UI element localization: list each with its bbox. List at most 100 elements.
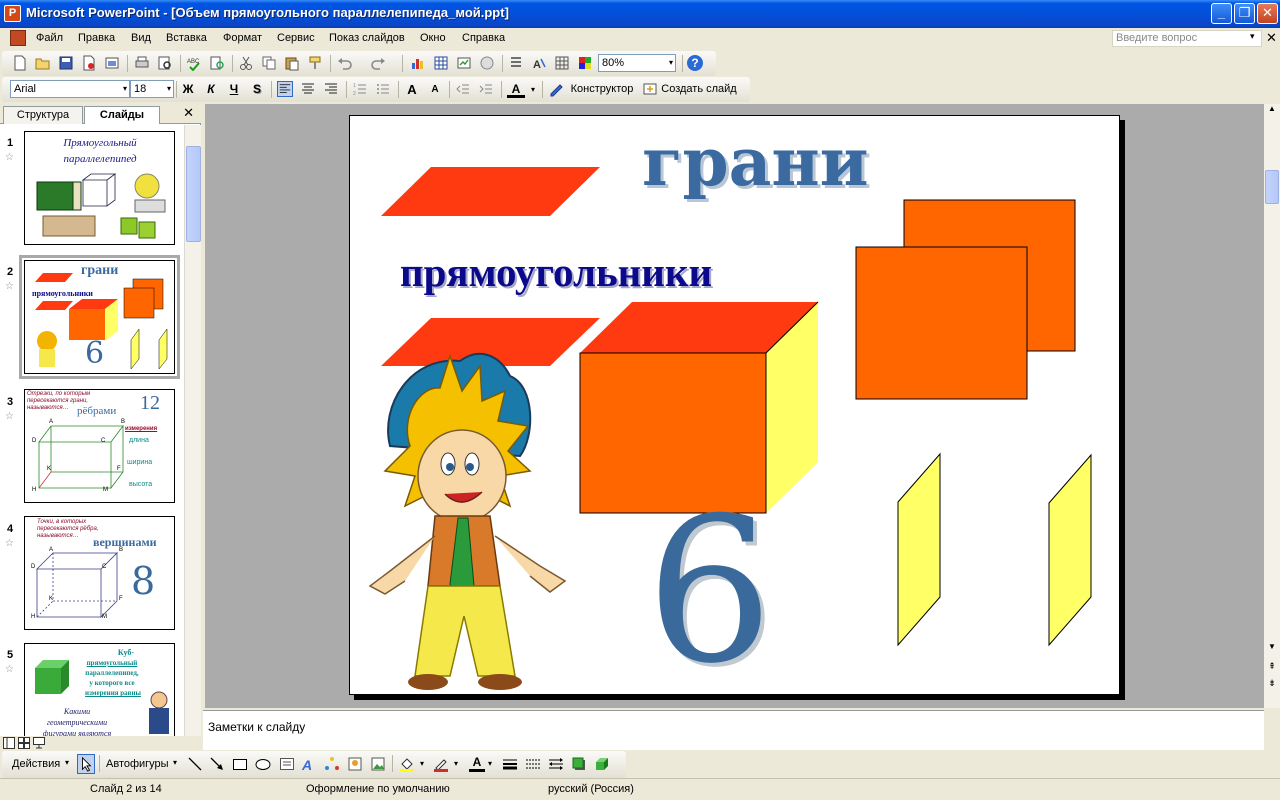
decrease-indent-icon[interactable] (455, 81, 471, 97)
square-face-front[interactable] (855, 246, 1028, 400)
slide-sorter-view-icon[interactable] (18, 737, 30, 749)
tab-slides[interactable]: Слайды (84, 106, 160, 124)
line-style-icon[interactable] (502, 756, 518, 772)
next-slide-icon[interactable]: ⇟ (1265, 678, 1279, 693)
slide-thumbnail-3[interactable]: Отрезки, по которым пересекаются грани, … (24, 389, 175, 503)
scroll-up-icon[interactable]: ▲ (1265, 104, 1279, 119)
grow-font-button[interactable]: A (403, 81, 421, 98)
oval-icon[interactable] (255, 756, 271, 772)
email-icon[interactable] (104, 55, 120, 71)
menu-insert[interactable]: Вставка (166, 32, 207, 44)
help-icon[interactable]: ? (687, 55, 703, 71)
picture-icon[interactable] (370, 756, 386, 772)
shadow-style-icon[interactable] (571, 756, 587, 772)
prev-slide-icon[interactable]: ⇞ (1265, 661, 1279, 676)
minimize-button[interactable]: _ (1211, 3, 1232, 24)
scroll-down-icon[interactable]: ▼ (1265, 642, 1279, 657)
line-color-icon[interactable] (433, 756, 449, 772)
new-icon[interactable] (12, 55, 28, 71)
pane-scrollbar[interactable] (184, 125, 201, 738)
font-name-select[interactable]: Arial ▾ (10, 80, 130, 98)
font-color-button[interactable]: A (507, 81, 525, 98)
show-formatting-icon[interactable]: A (531, 55, 547, 71)
increase-indent-icon[interactable] (478, 81, 494, 97)
menu-tools[interactable]: Сервис (277, 32, 315, 44)
dash-style-icon[interactable] (525, 756, 541, 772)
shrink-font-button[interactable]: A (426, 81, 444, 98)
slide-thumbnail-1[interactable]: Прямоугольный параллелепипед (24, 131, 175, 245)
menu-file[interactable]: Файл (36, 32, 63, 44)
vertical-scrollbar[interactable]: ▲ ▼ ⇞ ⇟ (1264, 104, 1280, 708)
fill-color-icon[interactable] (399, 756, 415, 772)
cartoon-boy-figure[interactable] (368, 352, 567, 690)
menu-window[interactable]: Окно (420, 32, 446, 44)
redo-icon[interactable] (370, 55, 386, 71)
tab-outline[interactable]: Структура (3, 106, 83, 124)
undo-icon[interactable] (337, 55, 353, 71)
parallelogram-face-top[interactable] (381, 167, 600, 216)
maximize-button[interactable]: ❐ (1234, 3, 1255, 24)
save-icon[interactable] (58, 55, 74, 71)
actions-button[interactable]: Действия (12, 758, 60, 770)
spelling-icon[interactable]: ABC (186, 55, 202, 71)
slide-thumbnail-2[interactable]: грани прямоугольники 6 (19, 255, 180, 379)
color-grayscale-icon[interactable] (577, 55, 593, 71)
close-button[interactable]: ✕ (1257, 3, 1278, 24)
pane-scroll-thumb[interactable] (186, 146, 201, 242)
slide-count[interactable]: 6 (646, 492, 773, 692)
copy-icon[interactable] (261, 55, 277, 71)
scroll-thumb[interactable] (1265, 170, 1279, 204)
notes-pane[interactable]: Заметки к слайду (203, 710, 1264, 750)
format-painter-icon[interactable] (307, 55, 323, 71)
underline-button[interactable]: Ч (225, 81, 243, 98)
drawing-font-color-button[interactable]: A (469, 755, 485, 772)
menu-slideshow[interactable]: Показ слайдов (329, 32, 405, 44)
new-slide-icon[interactable] (642, 81, 658, 97)
print-icon[interactable] (134, 55, 150, 71)
bullets-icon[interactable] (375, 81, 391, 97)
numbering-icon[interactable]: 12 (352, 81, 368, 97)
bold-button[interactable]: Ж (179, 81, 197, 98)
menu-edit[interactable]: Правка (78, 32, 115, 44)
expand-all-icon[interactable] (508, 55, 524, 71)
slide-thumbnail-5[interactable]: Куб- прямоугольный параллелепипед, у кот… (24, 643, 175, 738)
actions-arrow[interactable]: ▾ (65, 758, 69, 767)
document-close-button[interactable]: ✕ (1266, 30, 1277, 46)
pane-close-icon[interactable]: ✕ (183, 105, 194, 121)
drawing-font-color-arrow[interactable]: ▾ (488, 759, 492, 768)
line-icon[interactable] (187, 756, 203, 772)
menu-view[interactable]: Вид (131, 32, 151, 44)
paste-icon[interactable] (284, 55, 300, 71)
select-pointer-icon[interactable] (77, 754, 95, 774)
align-right-icon[interactable] (323, 81, 339, 97)
grid-icon[interactable] (554, 55, 570, 71)
insert-picture-icon[interactable] (479, 55, 495, 71)
new-slide-button[interactable]: Создать слайд (659, 81, 739, 98)
notes-placeholder[interactable]: Заметки к слайду (208, 720, 305, 734)
slide-canvas[interactable]: грани прямоугольники 6 (349, 115, 1120, 695)
align-center-icon[interactable] (300, 81, 316, 97)
font-name-arrow[interactable]: ▾ (123, 81, 127, 97)
menu-help[interactable]: Справка (462, 32, 505, 44)
shadow-button[interactable]: S (248, 81, 266, 98)
side-face-right[interactable] (1048, 453, 1092, 647)
arrow-style-icon[interactable] (548, 756, 564, 772)
autoshapes-arrow[interactable]: ▾ (173, 758, 177, 767)
autoshapes-button[interactable]: Автофигуры (106, 758, 169, 770)
ask-dropdown-arrow[interactable]: ▾ (1250, 31, 1255, 42)
font-size-select[interactable]: 18 ▾ (130, 80, 174, 98)
side-face-left[interactable] (897, 452, 941, 647)
permission-icon[interactable] (81, 55, 97, 71)
menu-format[interactable]: Формат (223, 32, 262, 44)
print-preview-icon[interactable] (157, 55, 173, 71)
zoom-select[interactable]: 80% ▾ (598, 54, 676, 72)
rectangle-icon[interactable] (232, 756, 248, 772)
powerpoint-app-icon[interactable]: P (4, 5, 21, 22)
insert-diagram-icon[interactable] (456, 55, 472, 71)
textbox-icon[interactable] (279, 756, 295, 772)
research-icon[interactable] (209, 55, 225, 71)
arrow-tool-icon[interactable] (209, 756, 225, 772)
3d-style-icon[interactable] (594, 756, 610, 772)
fill-color-arrow[interactable]: ▾ (420, 759, 424, 768)
slide-thumbnail-4[interactable]: Точки, в которых пересекаются рёбра, наз… (24, 516, 175, 630)
